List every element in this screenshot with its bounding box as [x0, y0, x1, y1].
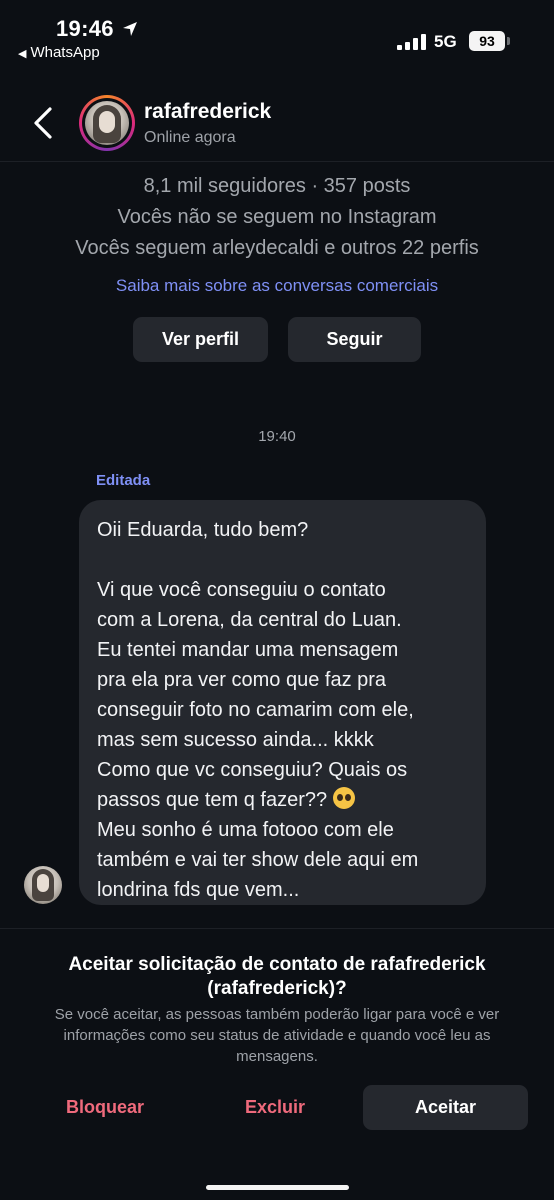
contact-username[interactable]: rafafrederick	[144, 100, 271, 124]
status-bar: 19:46 ◀ WhatsApp 5G 93	[0, 0, 554, 70]
message-request-panel: Aceitar solicitação de contato de rafafr…	[0, 928, 554, 1200]
message-timestamp: 19:40	[258, 428, 296, 445]
follow-status: Vocês não se seguem no Instagram	[117, 206, 437, 228]
message-bubble[interactable]: Oii Eduarda, tudo bem? Vi que você conse…	[79, 500, 486, 905]
business-chats-link[interactable]: Saiba mais sobre as conversas comerciais	[0, 276, 554, 296]
cellular-signal-icon	[397, 34, 426, 50]
battery-tip	[507, 37, 510, 45]
request-title: Aceitar solicitação de contato de rafafr…	[68, 954, 486, 999]
delete-button[interactable]: Excluir	[210, 1085, 340, 1130]
location-arrow-icon	[123, 22, 137, 36]
view-profile-button[interactable]: Ver perfil	[133, 317, 268, 362]
back-chevron-icon[interactable]	[30, 106, 56, 140]
network-type: 5G	[434, 32, 457, 51]
avatar-ring-gap	[82, 98, 132, 148]
back-app-label: WhatsApp	[30, 44, 100, 61]
edited-label: Editada	[96, 472, 151, 489]
chat-header: rafafrederick Online agora	[0, 80, 554, 162]
avatar-photo	[85, 101, 129, 145]
message-text: Oii Eduarda, tudo bem? Vi que você conse…	[97, 515, 468, 905]
battery-icon: 93	[469, 31, 505, 51]
sender-avatar[interactable]	[24, 866, 62, 904]
message-text-part1: Oii Eduarda, tudo bem? Vi que você conse…	[97, 519, 414, 811]
status-time: 19:46	[56, 16, 114, 41]
pleading-face-icon	[332, 787, 355, 809]
sender-avatar-face	[37, 874, 49, 892]
request-description: Se você aceitar, as pessoas também poder…	[54, 1006, 500, 1065]
profile-stats: 8,1 mil seguidores · 357 posts	[143, 175, 411, 197]
back-to-app-link[interactable]: ◀ WhatsApp	[18, 44, 100, 61]
mutual-follows: Vocês seguem arleydecaldi e outros 22 pe…	[75, 237, 479, 259]
message-text-part2: Meu sonho é uma fotooo com ele também e …	[97, 819, 419, 901]
home-indicator[interactable]	[206, 1185, 349, 1190]
avatar-face	[99, 111, 115, 133]
block-button[interactable]: Bloquear	[40, 1085, 170, 1130]
battery-level: 93	[479, 33, 495, 49]
accept-button[interactable]: Aceitar	[363, 1085, 528, 1130]
profile-avatar[interactable]	[79, 95, 135, 151]
follow-button[interactable]: Seguir	[288, 317, 421, 362]
back-triangle-icon: ◀	[18, 48, 27, 60]
presence-status: Online agora	[144, 129, 236, 146]
